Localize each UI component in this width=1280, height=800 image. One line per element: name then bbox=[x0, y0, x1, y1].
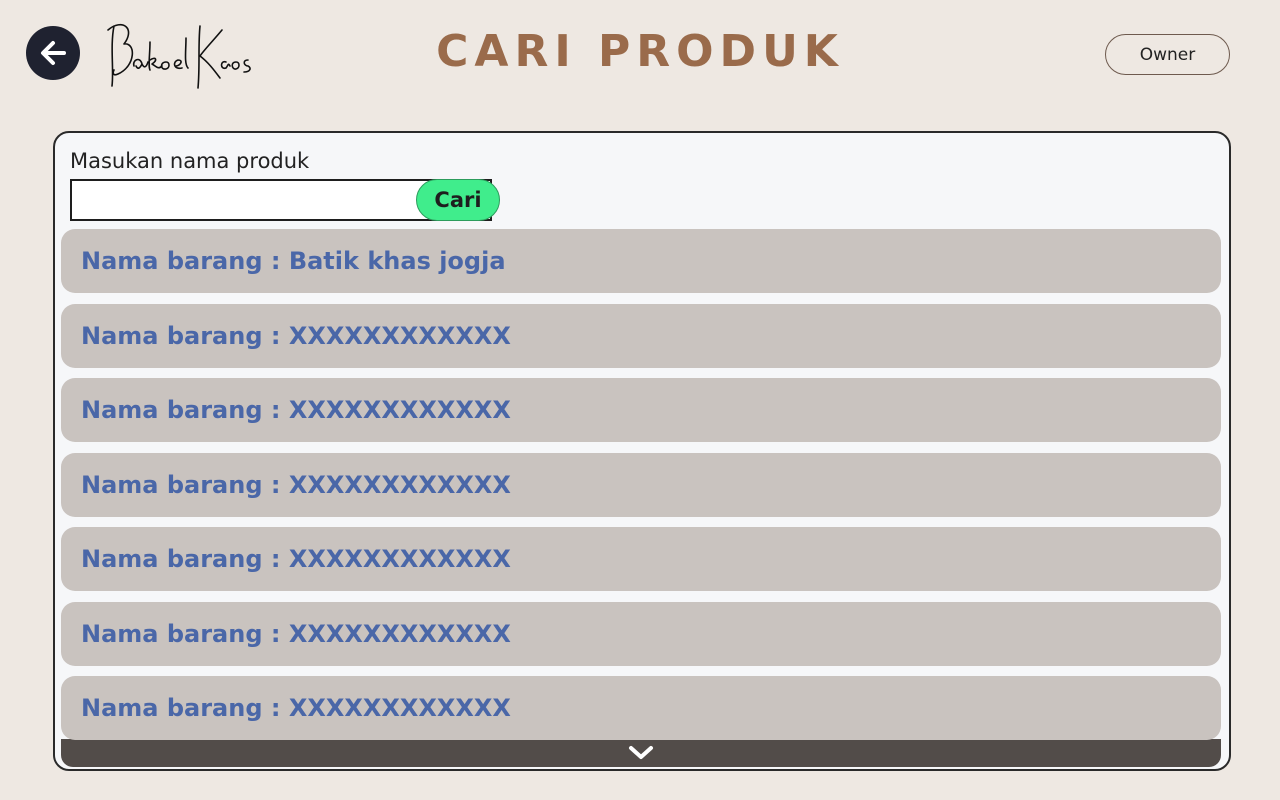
search-button[interactable]: Cari bbox=[416, 179, 500, 221]
product-name: Nama barang : XXXXXXXXXXXX bbox=[81, 694, 511, 722]
list-item[interactable]: Nama barang : XXXXXXXXXXXX bbox=[61, 378, 1221, 442]
owner-button[interactable]: Owner bbox=[1105, 34, 1230, 75]
list-item[interactable]: Nama barang : XXXXXXXXXXXX bbox=[61, 453, 1221, 517]
product-name: Nama barang : XXXXXXXXXXXX bbox=[81, 620, 511, 648]
list-item[interactable]: Nama barang : XXXXXXXXXXXX bbox=[61, 304, 1221, 368]
list-item[interactable]: Nama barang : XXXXXXXXXXXX bbox=[61, 676, 1221, 740]
product-name: Nama barang : XXXXXXXXXXXX bbox=[81, 396, 511, 424]
product-name: Nama barang : XXXXXXXXXXXX bbox=[81, 322, 511, 350]
search-panel: Masukan nama produk Cari Nama barang : B… bbox=[53, 131, 1231, 771]
page-title: CARI PRODUK bbox=[436, 26, 844, 77]
list-item[interactable]: Nama barang : XXXXXXXXXXXX bbox=[61, 602, 1221, 666]
product-name: Nama barang : Batik khas jogja bbox=[81, 247, 506, 275]
chevron-down-icon bbox=[629, 746, 653, 759]
search-label: Masukan nama produk bbox=[70, 149, 310, 173]
list-item[interactable]: Nama barang : XXXXXXXXXXXX bbox=[61, 527, 1221, 591]
search-product-page: CARI PRODUK Owner Masukan nama produk Ca… bbox=[0, 0, 1280, 800]
product-name: Nama barang : XXXXXXXXXXXX bbox=[81, 471, 511, 499]
list-item[interactable]: Nama barang : Batik khas jogja bbox=[61, 229, 1221, 293]
product-name: Nama barang : XXXXXXXXXXXX bbox=[81, 545, 511, 573]
scroll-down-bar[interactable] bbox=[61, 739, 1221, 767]
